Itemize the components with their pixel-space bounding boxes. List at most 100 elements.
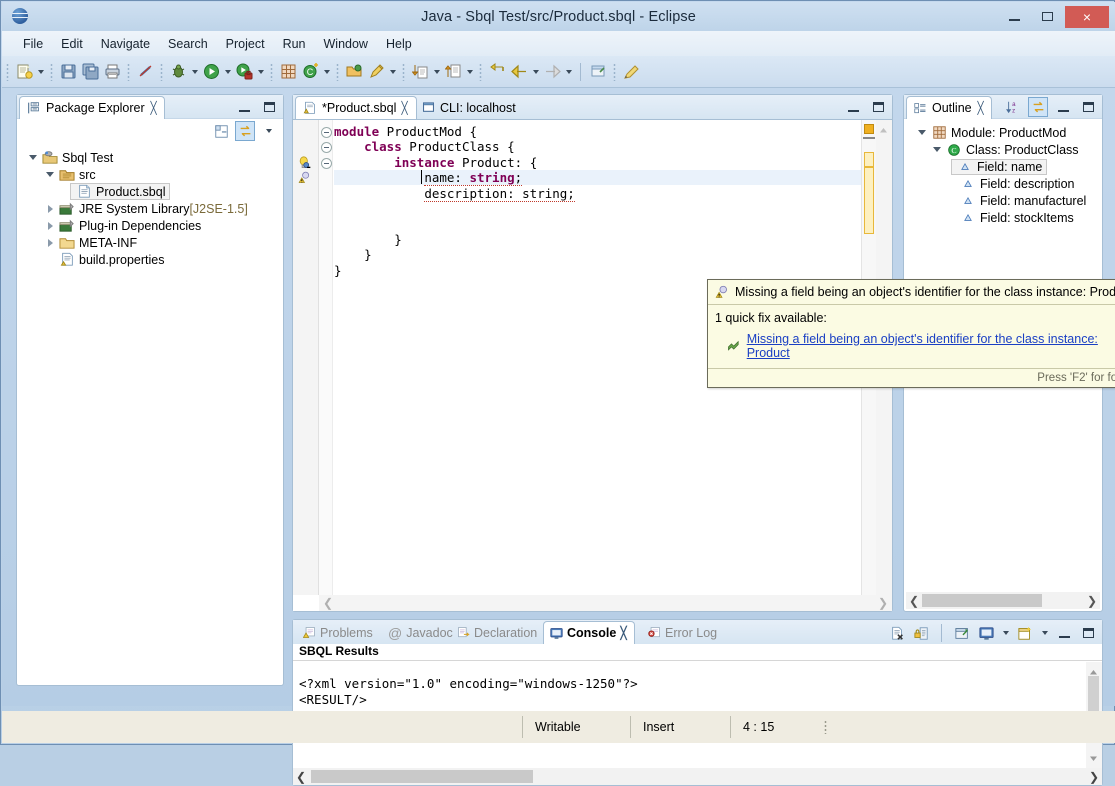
previous-annotation-icon[interactable] bbox=[442, 61, 464, 83]
fold-toggle-icon[interactable] bbox=[321, 127, 332, 138]
minimize-button[interactable] bbox=[999, 6, 1030, 27]
tab-package-explorer[interactable]: Package Explorer ╳ bbox=[19, 96, 165, 119]
expand-arrow-icon[interactable] bbox=[42, 172, 58, 177]
menu-item-window[interactable]: Window bbox=[315, 34, 377, 54]
outline-item-field-name[interactable]: Field: name bbox=[904, 158, 1102, 175]
new-wizard-dropdown[interactable] bbox=[35, 61, 46, 83]
link-with-editor-icon[interactable] bbox=[1028, 97, 1048, 117]
tree-item-sbql-test[interactable]: Sbql Test bbox=[17, 149, 283, 166]
minimize-icon[interactable] bbox=[1053, 97, 1073, 117]
maximize-icon[interactable] bbox=[259, 97, 279, 117]
menu-item-file[interactable]: File bbox=[14, 34, 52, 54]
link-with-editor-icon[interactable] bbox=[235, 121, 255, 141]
open-type-icon[interactable] bbox=[343, 61, 365, 83]
open-console-icon[interactable] bbox=[1015, 623, 1035, 643]
scroll-up-arrow-icon[interactable] bbox=[879, 123, 888, 133]
minimize-icon[interactable] bbox=[234, 97, 254, 117]
last-edit-location-icon[interactable] bbox=[486, 61, 508, 83]
forward-dropdown[interactable] bbox=[563, 61, 574, 83]
view-menu-icon[interactable] bbox=[259, 121, 279, 141]
menu-item-project[interactable]: Project bbox=[217, 34, 274, 54]
forward-icon[interactable] bbox=[541, 61, 563, 83]
tab-cli-localhost[interactable]: CLI: localhost bbox=[415, 96, 523, 119]
fold-toggle-icon[interactable] bbox=[321, 158, 332, 169]
console-horizontal-scrollbar[interactable]: ❮ ❯ bbox=[293, 768, 1102, 785]
close-button[interactable]: × bbox=[1065, 6, 1109, 28]
tab-error-log[interactable]: Error Log bbox=[642, 621, 723, 644]
collapse-all-icon[interactable] bbox=[211, 121, 231, 141]
tree-item-meta-inf[interactable]: META-INF bbox=[17, 234, 283, 251]
outline-horizontal-scrollbar[interactable]: ❮ ❯ bbox=[906, 592, 1100, 609]
scroll-right-arrow-icon[interactable]: ❯ bbox=[1089, 770, 1099, 784]
scroll-right-arrow-icon[interactable]: ❯ bbox=[1087, 594, 1097, 608]
sort-icon[interactable]: az bbox=[1003, 97, 1023, 117]
pencil-icon[interactable] bbox=[620, 61, 642, 83]
scrollbar-thumb[interactable] bbox=[922, 594, 1042, 607]
scroll-lock-icon[interactable] bbox=[911, 623, 931, 643]
scroll-left-arrow-icon[interactable]: ❮ bbox=[296, 770, 306, 784]
next-annotation-icon[interactable] bbox=[409, 61, 431, 83]
editor-horizontal-scrollbar[interactable]: ❮ ❯ bbox=[319, 595, 892, 611]
tab-outline[interactable]: Outline ╳ bbox=[906, 96, 992, 119]
display-console-icon[interactable] bbox=[976, 623, 996, 643]
close-icon[interactable]: ╳ bbox=[150, 101, 156, 115]
expand-arrow-icon[interactable] bbox=[914, 130, 930, 135]
run-external-icon[interactable] bbox=[233, 61, 255, 83]
menu-item-run[interactable]: Run bbox=[274, 34, 315, 54]
back-dropdown[interactable] bbox=[530, 61, 541, 83]
tree-item-product-sbql[interactable]: Product.sbql bbox=[17, 183, 283, 200]
minimize-icon[interactable] bbox=[843, 97, 863, 117]
minimize-icon[interactable] bbox=[1054, 623, 1074, 643]
warning-marker-icon[interactable] bbox=[298, 171, 311, 187]
save-all-icon[interactable] bbox=[79, 61, 101, 83]
overview-warning-range[interactable] bbox=[864, 152, 874, 234]
debug-dropdown[interactable] bbox=[189, 61, 200, 83]
external-tools-icon[interactable] bbox=[365, 61, 387, 83]
maximize-button[interactable] bbox=[1032, 6, 1063, 27]
scroll-right-arrow-icon[interactable]: ❯ bbox=[878, 596, 888, 610]
menu-item-navigate[interactable]: Navigate bbox=[92, 34, 159, 54]
external-tools-dropdown[interactable] bbox=[387, 61, 398, 83]
expand-arrow-icon[interactable] bbox=[42, 238, 58, 247]
scroll-left-arrow-icon[interactable]: ❮ bbox=[909, 594, 919, 608]
back-icon[interactable] bbox=[508, 61, 530, 83]
print-icon[interactable] bbox=[101, 61, 123, 83]
next-annotation-dropdown[interactable] bbox=[431, 61, 442, 83]
scroll-down-arrow-icon[interactable] bbox=[1089, 751, 1098, 765]
fold-toggle-icon[interactable] bbox=[321, 142, 332, 153]
expand-arrow-icon[interactable] bbox=[929, 147, 945, 152]
maximize-icon[interactable] bbox=[1078, 623, 1098, 643]
run-external-dropdown[interactable] bbox=[255, 61, 266, 83]
maximize-icon[interactable] bbox=[1078, 97, 1098, 117]
display-console-dropdown[interactable] bbox=[1000, 622, 1011, 644]
expand-arrow-icon[interactable] bbox=[42, 221, 58, 230]
menu-item-search[interactable]: Search bbox=[159, 34, 217, 54]
expand-arrow-icon[interactable] bbox=[42, 204, 58, 213]
debug-icon[interactable] bbox=[167, 61, 189, 83]
editor-gutter[interactable] bbox=[293, 120, 319, 595]
scrollbar-thumb[interactable] bbox=[1088, 676, 1099, 716]
status-resize-handle[interactable] bbox=[824, 720, 827, 734]
editor-folding-column[interactable] bbox=[319, 120, 333, 595]
clear-console-icon[interactable] bbox=[887, 623, 907, 643]
close-icon[interactable]: ╳ bbox=[621, 626, 627, 640]
tree-item-jre-system-library[interactable]: JRE System Library [J2SE-1.5] bbox=[17, 200, 283, 217]
new-class-dropdown[interactable] bbox=[321, 61, 332, 83]
tab-problems[interactable]: Problems bbox=[297, 621, 379, 644]
run-icon[interactable] bbox=[200, 61, 222, 83]
outline-item-field-manufacturer[interactable]: Field: manufacturel bbox=[904, 192, 1102, 209]
close-icon[interactable]: ╳ bbox=[402, 101, 408, 115]
tab-console[interactable]: Console ╳ bbox=[543, 621, 635, 644]
tab-javadoc[interactable]: @ Javadoc bbox=[382, 621, 459, 644]
scrollbar-thumb[interactable] bbox=[311, 770, 533, 783]
previous-annotation-dropdown[interactable] bbox=[464, 61, 475, 83]
tab-product-sbql[interactable]: *Product.sbql ╳ bbox=[295, 96, 417, 119]
run-dropdown[interactable] bbox=[222, 61, 233, 83]
save-icon[interactable] bbox=[57, 61, 79, 83]
tab-declaration[interactable]: Declaration bbox=[451, 621, 543, 644]
maximize-icon[interactable] bbox=[868, 97, 888, 117]
tooltip-quickfix-row[interactable]: Missing a field being an object's identi… bbox=[715, 332, 1115, 360]
new-window-icon[interactable] bbox=[587, 61, 609, 83]
outline-item-field-description[interactable]: Field: description bbox=[904, 175, 1102, 192]
tooltip-quickfix-link[interactable]: Missing a field being an object's identi… bbox=[747, 332, 1115, 360]
